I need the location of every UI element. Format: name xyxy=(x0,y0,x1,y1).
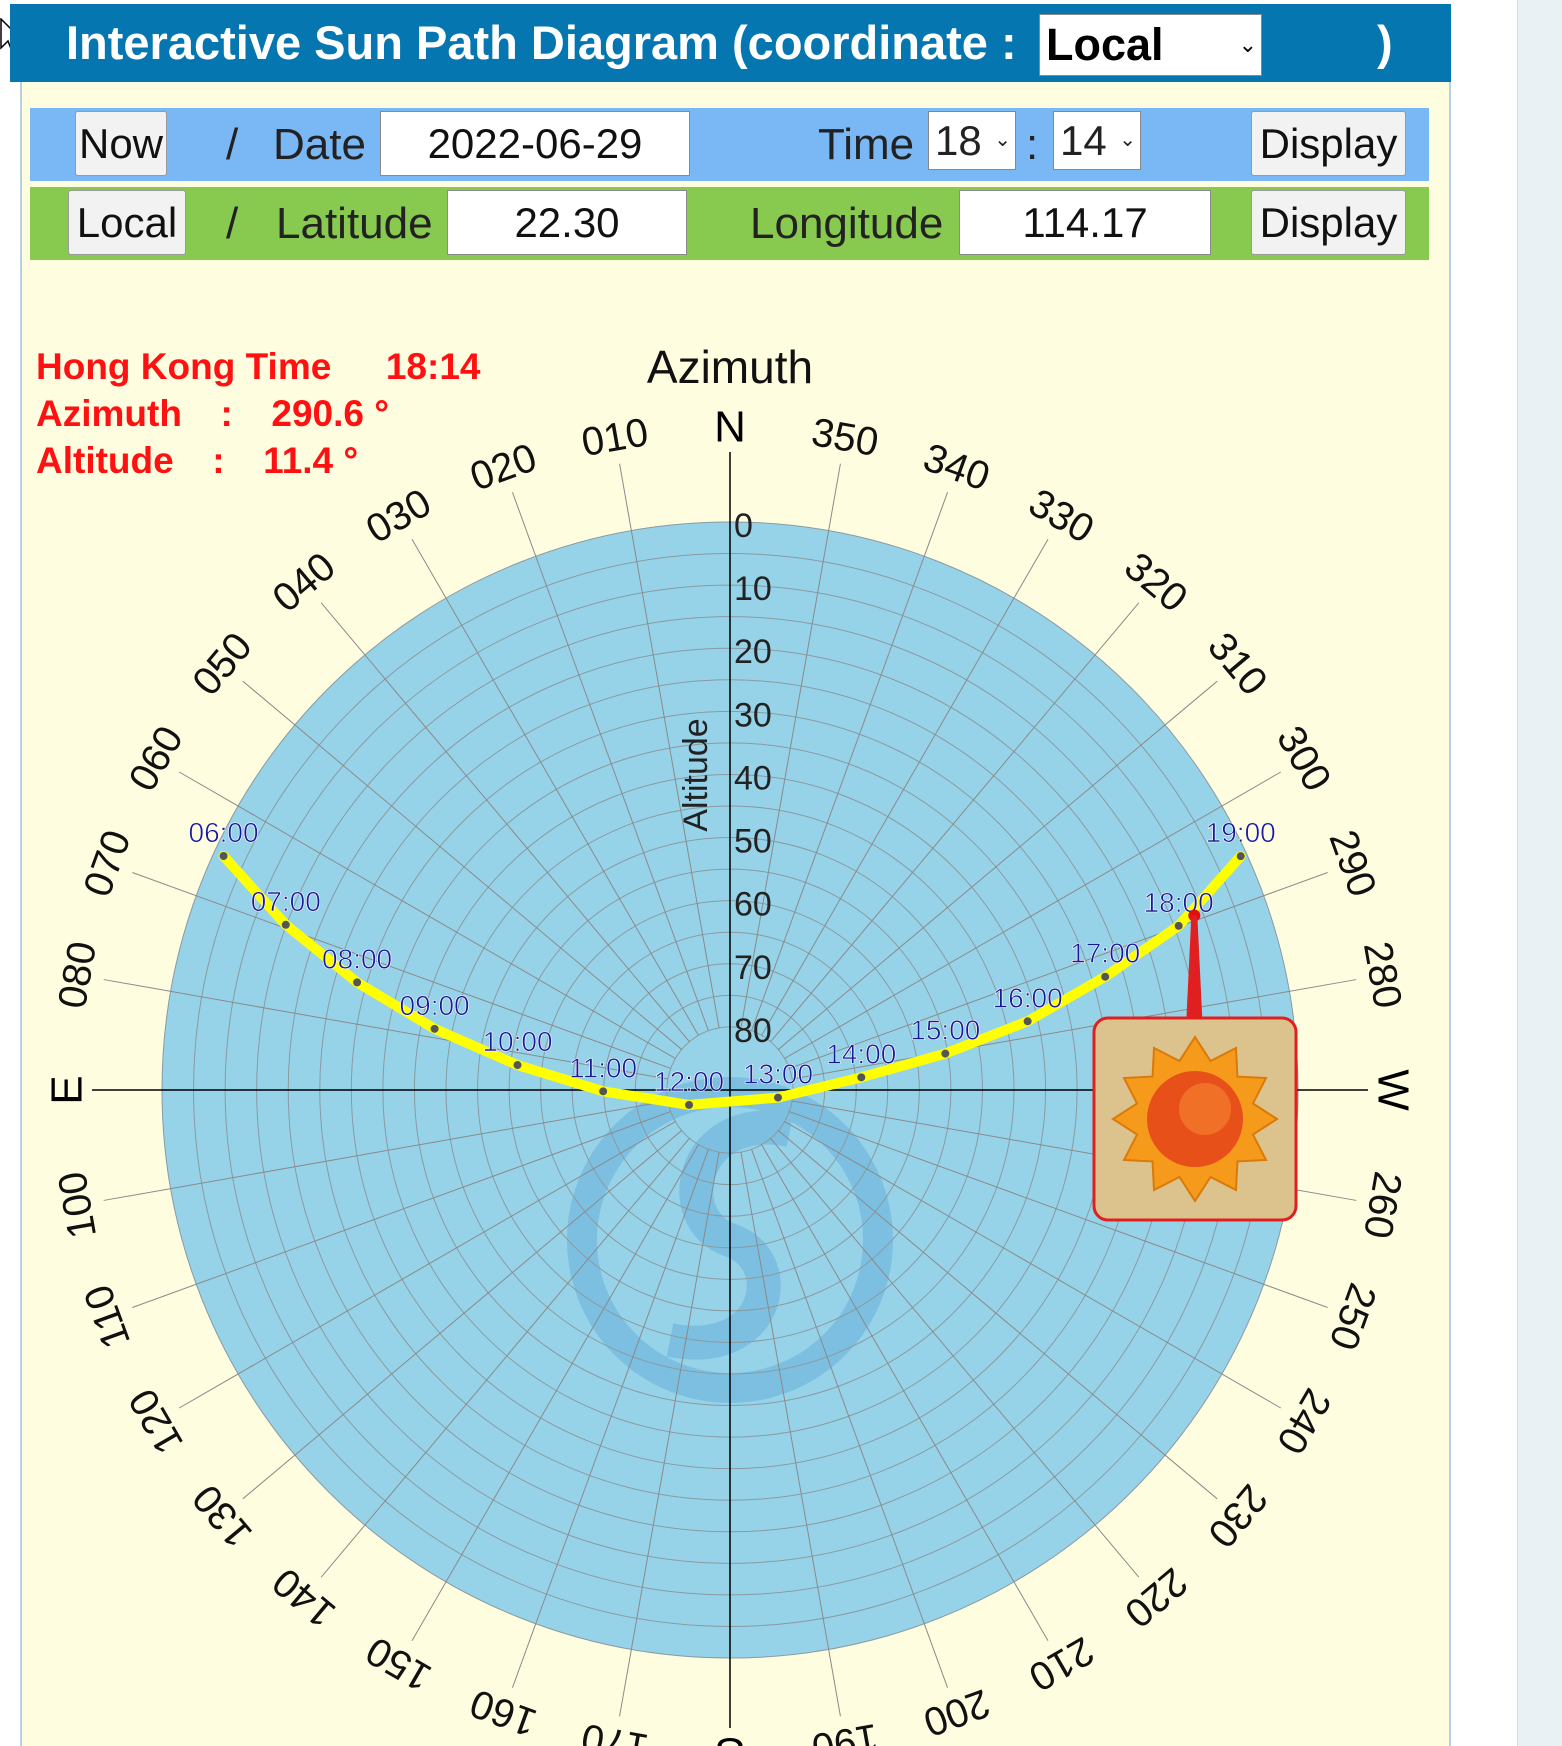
altitude-tick-label: 0 xyxy=(734,507,753,545)
sun-path-point xyxy=(219,851,228,860)
altitude-tick-label: 70 xyxy=(734,949,772,987)
hour-label: 13:00 xyxy=(743,1059,813,1090)
hour-label: 11:00 xyxy=(569,1052,637,1083)
altitude-tick-label: 30 xyxy=(734,696,772,734)
hour-label: 18:00 xyxy=(1144,887,1214,918)
cardinal-label-n: N xyxy=(714,403,746,452)
azimuth-tick-label: 120 xyxy=(121,1381,192,1461)
azimuth-tick-label: 060 xyxy=(121,719,192,799)
azimuth-tick-label: 230 xyxy=(1199,1476,1276,1555)
sun-path-point xyxy=(1101,972,1110,981)
azimuth-tick-label: 250 xyxy=(1320,1278,1384,1356)
azimuth-tick-label: 130 xyxy=(184,1476,261,1555)
azimuth-tick-label: 290 xyxy=(1320,825,1384,903)
azimuth-tick-label: 020 xyxy=(465,435,543,499)
hour-label: 07:00 xyxy=(251,886,321,917)
sun-callout xyxy=(1092,1016,1298,1222)
sun-path-point xyxy=(599,1087,608,1096)
altitude-tick-label: 50 xyxy=(734,823,772,861)
azimuth-tick-label: 260 xyxy=(1355,1168,1410,1241)
azimuth-tick-label: 170 xyxy=(578,1715,651,1746)
hour-label: 12:00 xyxy=(654,1066,724,1097)
azimuth-tick-label: 320 xyxy=(1116,544,1195,621)
azimuth-tick-label: 350 xyxy=(808,410,881,465)
sun-path-point xyxy=(773,1093,782,1102)
hour-label: 09:00 xyxy=(400,990,470,1021)
sun-path-point xyxy=(1023,1017,1032,1026)
azimuth-tick-label: 070 xyxy=(75,825,139,903)
sun-path-page: Interactive Sun Path Diagram (coordinate… xyxy=(0,0,1562,1746)
azimuth-tick-label: 050 xyxy=(184,624,261,703)
azimuth-tick-label: 110 xyxy=(76,1279,139,1354)
azimuth-tick-label: 280 xyxy=(1355,938,1410,1011)
sun-icon-highlight xyxy=(1179,1083,1231,1135)
altitude-tick-label: 10 xyxy=(734,570,772,608)
hour-label: 06:00 xyxy=(189,817,259,848)
azimuth-tick-label: 240 xyxy=(1268,1381,1339,1461)
altitude-tick-label: 40 xyxy=(734,759,772,797)
sun-path-point xyxy=(685,1100,694,1109)
altitude-tick-label: 60 xyxy=(734,886,772,924)
sun-path-point xyxy=(941,1049,950,1058)
azimuth-tick-label: 220 xyxy=(1116,1559,1195,1636)
azimuth-tick-label: 010 xyxy=(578,410,651,465)
sun-path-point xyxy=(281,920,290,929)
cardinal-label-w: W xyxy=(1368,1069,1417,1111)
azimuth-tick-label: 080 xyxy=(50,938,105,1011)
sun-path-point xyxy=(1236,852,1245,861)
azimuth-tick-label: 330 xyxy=(1021,481,1101,552)
chart-title: Azimuth xyxy=(647,341,813,393)
azimuth-tick-label: 340 xyxy=(918,435,996,499)
hour-label: 16:00 xyxy=(993,982,1063,1013)
cardinal-label-s: S xyxy=(715,1728,744,1746)
azimuth-tick-label: 030 xyxy=(359,481,439,552)
hour-label: 10:00 xyxy=(482,1026,552,1057)
azimuth-tick-label: 200 xyxy=(918,1680,996,1744)
sun-path-point xyxy=(1174,921,1183,930)
altitude-tick-label: 80 xyxy=(734,1012,772,1050)
azimuth-tick-label: 210 xyxy=(1021,1628,1101,1699)
azimuth-tick-label: 140 xyxy=(264,1559,343,1636)
hour-label: 15:00 xyxy=(910,1015,980,1046)
azimuth-tick-label: 040 xyxy=(264,544,343,621)
sun-path-diagram[interactable]: 0100200300400500600700801001101201301401… xyxy=(0,0,1562,1746)
altitude-tick-label: 20 xyxy=(734,633,772,671)
altitude-axis-label: Altitude xyxy=(677,718,715,831)
hour-label: 08:00 xyxy=(322,943,392,974)
hour-label: 14:00 xyxy=(826,1038,896,1069)
azimuth-tick-label: 190 xyxy=(808,1715,881,1746)
cardinal-label-e: E xyxy=(43,1075,92,1104)
azimuth-tick-label: 310 xyxy=(1199,624,1276,703)
azimuth-tick-label: 150 xyxy=(359,1628,439,1699)
hour-label: 17:00 xyxy=(1070,938,1140,969)
sun-path-point xyxy=(857,1073,866,1082)
azimuth-tick-label: 300 xyxy=(1268,719,1339,799)
sun-path-point xyxy=(353,978,362,987)
sun-path-point xyxy=(513,1061,522,1070)
sun-path-point xyxy=(430,1024,439,1033)
hour-label: 19:00 xyxy=(1206,817,1276,848)
azimuth-tick-label: 100 xyxy=(50,1168,105,1241)
azimuth-tick-label: 160 xyxy=(465,1680,543,1744)
